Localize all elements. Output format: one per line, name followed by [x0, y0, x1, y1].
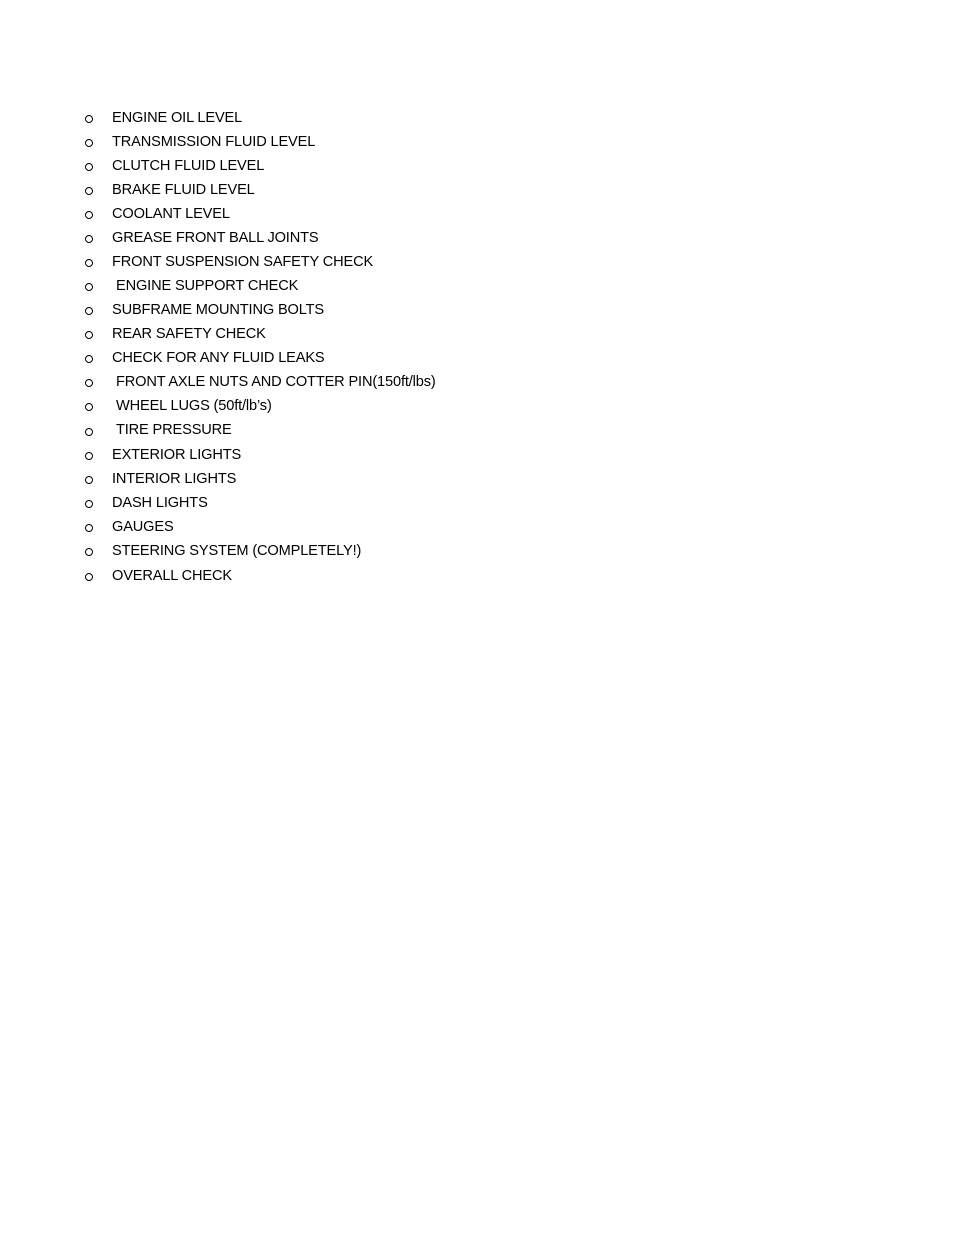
list-item-text: ENGINE SUPPORT CHECK	[116, 278, 299, 294]
list-item-text: EXTERIOR LIGHTS	[112, 446, 242, 463]
hollow-circle-bullet-icon	[84, 154, 112, 179]
list-item: ENGINE OIL LEVEL	[84, 106, 436, 130]
hollow-circle-bullet-icon	[84, 515, 112, 540]
list-item: SUBFRAME MOUNTING BOLTS	[84, 298, 436, 322]
list-item: TRANSMISSION FLUID LEVEL	[84, 130, 436, 154]
hollow-circle-bullet-icon	[84, 418, 112, 443]
hollow-circle-bullet-icon	[84, 178, 112, 203]
list-item-text: FRONT AXLE NUTS AND COTTER PIN(150ft/lbs…	[116, 374, 436, 391]
list-item-text: SUBFRAME MOUNTING BOLTS	[112, 302, 324, 318]
list-item: FRONT SUSPENSION SAFETY CHECK	[84, 250, 436, 274]
list-item: STEERING SYSTEM (COMPLETELY!)	[84, 539, 436, 563]
hollow-circle-bullet-icon	[84, 394, 112, 419]
hollow-circle-bullet-icon	[84, 491, 112, 516]
list-item: DASH LIGHTS	[84, 491, 436, 515]
list-item-text: REAR SAFETY CHECK	[112, 326, 266, 342]
hollow-circle-bullet-icon	[84, 250, 112, 275]
list-item-text: TIRE PRESSURE	[116, 422, 232, 439]
list-item-text: COOLANT LEVEL	[112, 206, 230, 222]
list-item-text: OVERALL CHECK	[112, 567, 232, 584]
hollow-circle-bullet-icon	[84, 226, 112, 251]
list-item: CLUTCH FLUID LEVEL	[84, 154, 436, 178]
list-item-text: TRANSMISSION FLUID LEVEL	[112, 134, 316, 150]
list-item-text: GAUGES	[112, 519, 174, 536]
list-item-text: CLUTCH FLUID LEVEL	[112, 158, 265, 174]
hollow-circle-bullet-icon	[84, 466, 112, 491]
hollow-circle-bullet-icon	[84, 322, 112, 347]
list-item-text: BRAKE FLUID LEVEL	[112, 182, 255, 198]
list-item-text: ENGINE OIL LEVEL	[112, 110, 243, 126]
hollow-circle-bullet-icon	[84, 539, 112, 564]
list-item: EXTERIOR LIGHTS	[84, 443, 436, 467]
list-item: WHEEL LUGS (50ft/lb’s)	[84, 394, 436, 418]
list-item: CHECK FOR ANY FLUID LEAKS	[84, 346, 436, 370]
list-item: TIRE PRESSURE	[84, 418, 436, 442]
list-item: COOLANT LEVEL	[84, 202, 436, 226]
list-item-text: WHEEL LUGS (50ft/lb’s)	[116, 398, 272, 415]
list-item: OVERALL CHECK	[84, 564, 436, 588]
list-item: INTERIOR LIGHTS	[84, 467, 436, 491]
hollow-circle-bullet-icon	[84, 298, 112, 323]
list-item: BRAKE FLUID LEVEL	[84, 178, 436, 202]
list-item-text: FRONT SUSPENSION SAFETY CHECK	[112, 254, 374, 270]
document-page: ENGINE OIL LEVEL TRANSMISSION FLUID LEVE…	[0, 0, 954, 1235]
inspection-checklist: ENGINE OIL LEVEL TRANSMISSION FLUID LEVE…	[84, 106, 436, 588]
hollow-circle-bullet-icon	[84, 106, 112, 131]
hollow-circle-bullet-icon	[84, 370, 112, 395]
list-item-text: STEERING SYSTEM (COMPLETELY!)	[112, 543, 362, 560]
hollow-circle-bullet-icon	[84, 346, 112, 371]
list-item-text: DASH LIGHTS	[112, 495, 208, 512]
hollow-circle-bullet-icon	[84, 202, 112, 227]
hollow-circle-bullet-icon	[84, 442, 112, 467]
list-item: REAR SAFETY CHECK	[84, 322, 436, 346]
list-item-text: INTERIOR LIGHTS	[112, 470, 237, 487]
list-item: FRONT AXLE NUTS AND COTTER PIN(150ft/lbs…	[84, 370, 436, 394]
list-item: ENGINE SUPPORT CHECK	[84, 274, 436, 298]
list-item-text: GREASE FRONT BALL JOINTS	[112, 230, 319, 246]
hollow-circle-bullet-icon	[84, 130, 112, 155]
list-item-text: CHECK FOR ANY FLUID LEAKS	[112, 350, 325, 366]
list-item: GAUGES	[84, 515, 436, 539]
list-item: GREASE FRONT BALL JOINTS	[84, 226, 436, 250]
hollow-circle-bullet-icon	[84, 563, 112, 588]
hollow-circle-bullet-icon	[84, 274, 112, 299]
